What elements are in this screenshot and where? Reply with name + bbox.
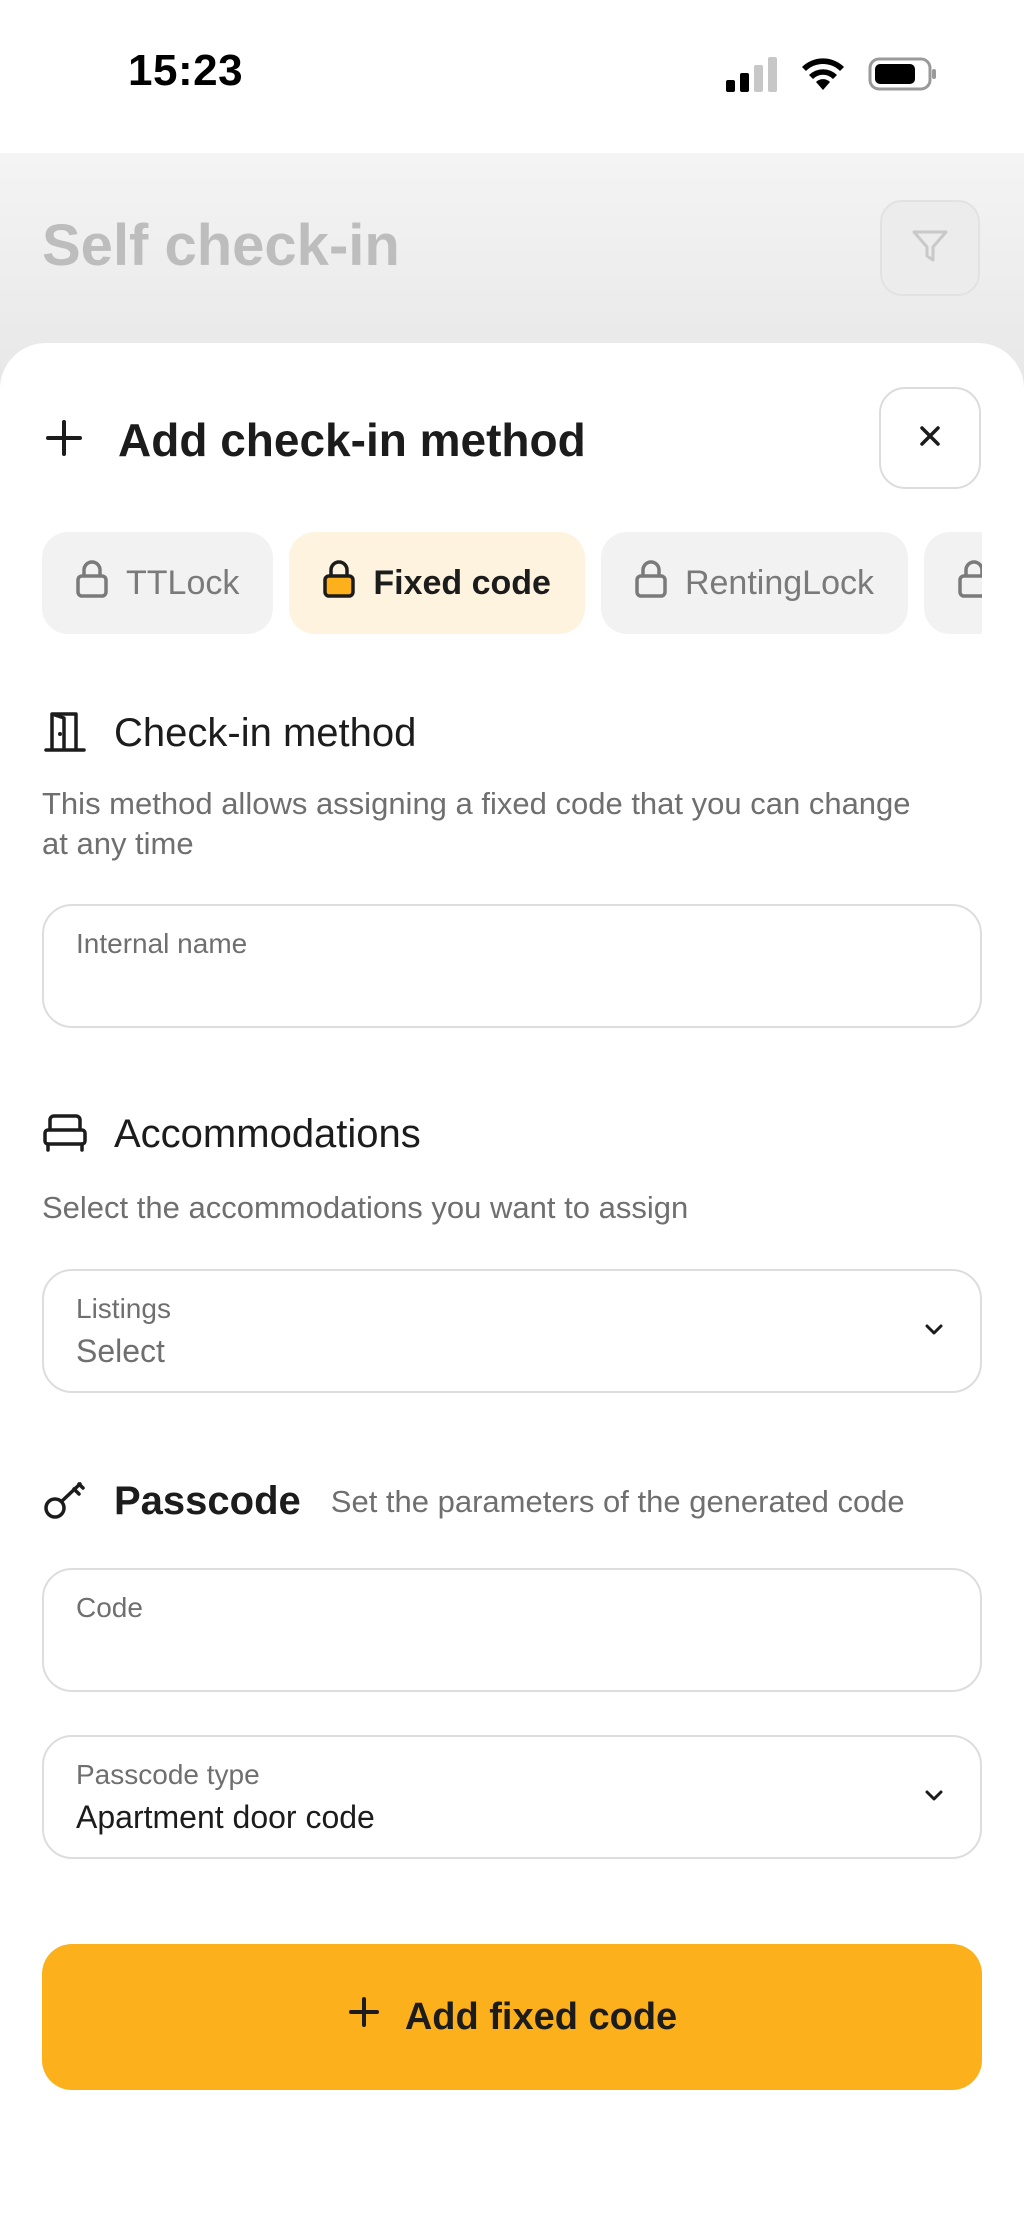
listings-value: Select [76, 1333, 165, 1369]
cellular-signal-icon [724, 56, 778, 97]
checkin-method-title: Check-in method [114, 711, 417, 755]
accommodations-description: Select the accommodations you want to as… [42, 1190, 689, 1225]
passcode-header: Passcode Set the parameters of the gener… [42, 1476, 905, 1527]
chevron-down-icon [924, 1789, 944, 1808]
door-icon [42, 708, 88, 759]
add-fixed-code-label: Add fixed code [404, 1995, 678, 2038]
code-field[interactable]: Code [42, 1568, 982, 1692]
add-fixed-code-button[interactable]: Add fixed code [42, 1944, 982, 2090]
lock-icon [956, 559, 982, 608]
listings-label: Listings [76, 1293, 171, 1324]
close-icon [915, 421, 945, 456]
passcode-description: Set the parameters of the generated code [330, 1483, 905, 1519]
tab-ttlock[interactable]: TTLock [42, 532, 274, 634]
lock-type-tabs: TTLock Fixed code RentingLock [42, 532, 982, 634]
status-icons [724, 56, 938, 97]
code-label: Code [76, 1592, 143, 1623]
key-icon [42, 1476, 88, 1527]
filter-button [880, 200, 980, 296]
tab-label: Fixed code [373, 563, 551, 602]
status-time: 15:23 [128, 46, 244, 95]
wifi-icon [800, 56, 846, 97]
internal-name-label: Internal name [76, 928, 248, 959]
close-button[interactable] [879, 387, 981, 489]
listings-select[interactable]: Listings Select [42, 1269, 982, 1393]
tab-rentinglock[interactable]: RentingLock [600, 532, 908, 634]
lock-icon [74, 559, 110, 608]
chevron-down-icon [924, 1323, 944, 1342]
sheet-title: Add check-in method [118, 414, 586, 466]
passcode-type-select[interactable]: Passcode type Apartment door code [42, 1735, 982, 1859]
passcode-type-value: Apartment door code [76, 1799, 375, 1835]
internal-name-field[interactable]: Internal name [42, 904, 982, 1028]
status-bar: 15:23 [0, 0, 1024, 153]
filter-icon [910, 226, 950, 271]
plus-icon [347, 1995, 381, 2039]
tab-fixed-code[interactable]: Fixed code [289, 532, 585, 634]
lock-icon [321, 559, 357, 608]
tab-more[interactable] [923, 532, 982, 634]
background-page-title: Self check-in [42, 213, 400, 278]
checkin-method-header: Check-in method [42, 708, 416, 759]
lock-icon [633, 559, 669, 608]
sheet-header: Add check-in method [42, 400, 586, 480]
plus-icon [42, 416, 86, 465]
bed-icon [42, 1112, 88, 1157]
accommodations-header: Accommodations [42, 1112, 421, 1157]
checkin-method-description: This method allows assigning a fixed cod… [42, 786, 911, 861]
accommodations-title: Accommodations [114, 1112, 421, 1156]
tab-label: RentingLock [684, 563, 874, 602]
passcode-type-label: Passcode type [76, 1759, 260, 1790]
passcode-title: Passcode [114, 1479, 301, 1523]
battery-icon [868, 56, 938, 97]
tab-label: TTLock [126, 563, 240, 602]
